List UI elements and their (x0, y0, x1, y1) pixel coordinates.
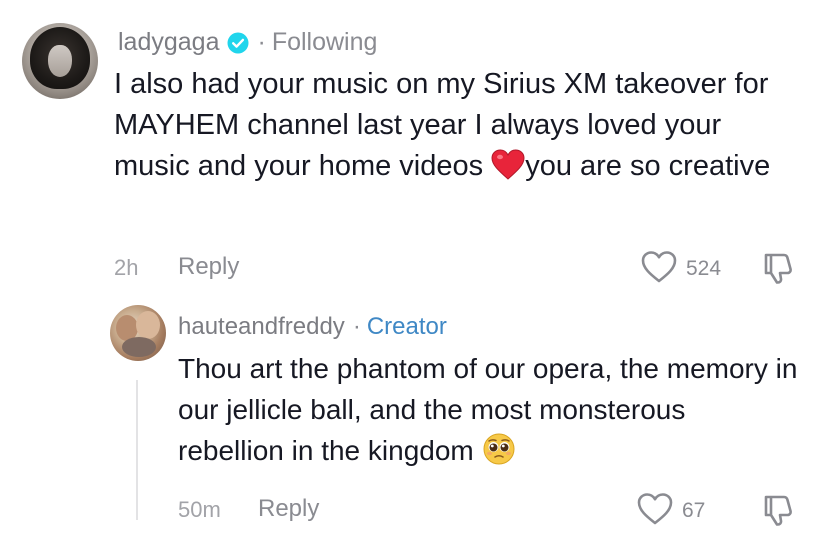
reply-header: hauteandfreddy · Creator (178, 313, 447, 341)
heart-outline-icon[interactable] (636, 492, 676, 528)
reply-text: Thou art the phantom of our opera, the m… (178, 348, 798, 477)
reply-time: 50m (178, 497, 221, 522)
red-heart-emoji (491, 149, 525, 193)
comment-text-part2: you are so creative (525, 150, 771, 182)
dislike-icon[interactable] (760, 250, 796, 286)
reply-reply-button[interactable]: Reply (258, 495, 319, 523)
commenter-username[interactable]: ladygaga (118, 28, 219, 57)
header-separator: · (257, 28, 266, 56)
comment-time: 2h (114, 255, 139, 280)
thread-line (136, 380, 138, 520)
follow-status[interactable]: Following (272, 28, 378, 57)
comment-text: I also had your music on my Sirius XM ta… (114, 64, 804, 193)
commenter-avatar[interactable] (22, 23, 98, 99)
pleading-face-emoji (482, 432, 516, 477)
dislike-icon[interactable] (760, 492, 796, 528)
creator-badge: Creator (366, 313, 447, 340)
comment-like-count: 524 (686, 257, 722, 280)
comment-reply-button[interactable]: Reply (178, 253, 239, 281)
reply-avatar[interactable] (110, 305, 166, 361)
reply-like-count: 67 (682, 499, 706, 522)
verified-badge-icon (227, 32, 249, 54)
reply-header-separator: · (352, 313, 361, 340)
comment-header: ladygaga · Following (118, 28, 377, 57)
heart-outline-icon[interactable] (640, 250, 680, 286)
reply-username[interactable]: hauteandfreddy (178, 313, 345, 341)
